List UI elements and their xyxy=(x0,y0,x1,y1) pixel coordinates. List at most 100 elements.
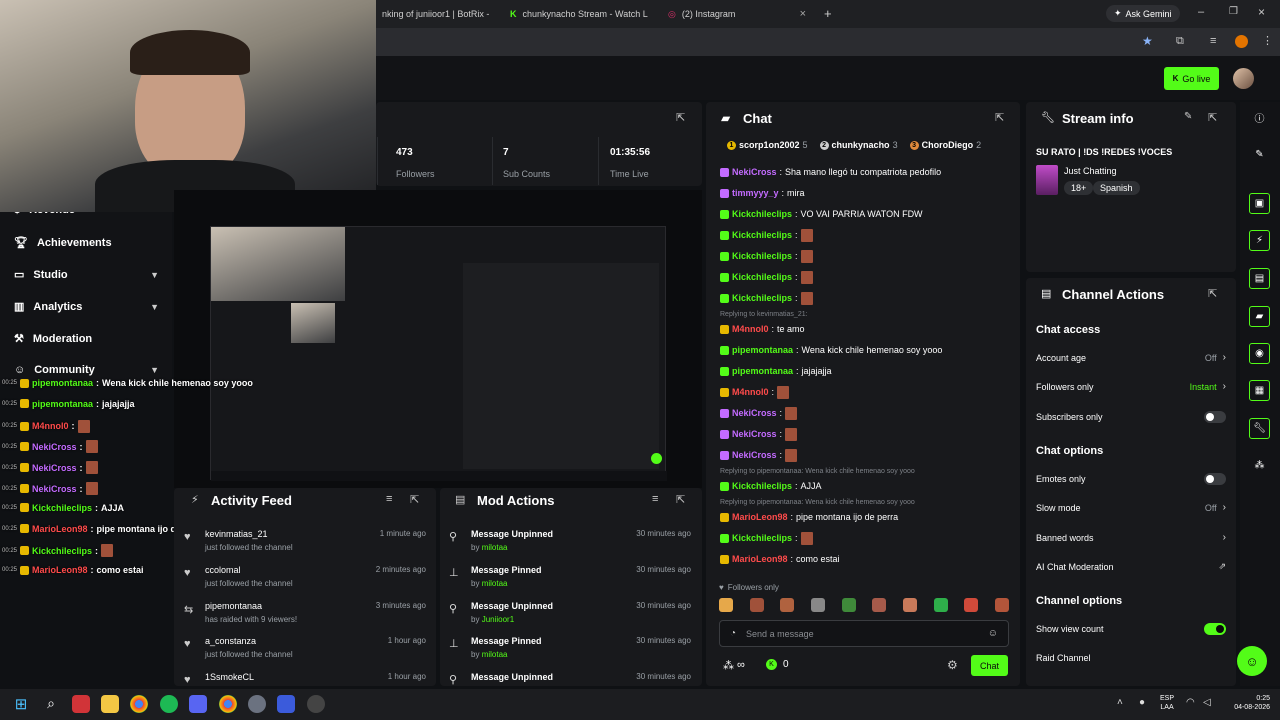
profile-icon[interactable] xyxy=(1235,35,1248,48)
sidebar-item-analytics[interactable]: ▥ Analytics ▼ xyxy=(14,300,159,314)
popout-icon[interactable]: ⇱ xyxy=(676,111,685,124)
popout-icon[interactable]: ⇱ xyxy=(995,111,1004,124)
banned-words-setting[interactable]: Banned words › xyxy=(1036,532,1226,543)
show-view-count-toggle[interactable] xyxy=(1204,623,1226,635)
popout-icon[interactable]: ⇱ xyxy=(1208,287,1217,300)
top-gifter[interactable]: 2 chunkynacho 3 xyxy=(819,140,898,150)
users-icon[interactable]: ⁂ xyxy=(1249,455,1270,476)
ask-gemini-button[interactable]: ✦ Ask Gemini xyxy=(1106,5,1180,22)
raid-channel-setting[interactable]: Raid Channel xyxy=(1036,653,1226,663)
stats-icon[interactable]: ▣ xyxy=(1249,193,1270,214)
close-icon[interactable]: × xyxy=(800,8,806,20)
colon-separator: : xyxy=(796,345,799,355)
emote-icon[interactable] xyxy=(841,598,856,612)
overlay-chat-line: 00:25 MarioLeon98: como estai xyxy=(2,565,144,575)
top-gifter[interactable]: 1 scorp1on2002 5 xyxy=(727,140,808,150)
account-age-setting[interactable]: Account age Off › xyxy=(1036,352,1226,363)
settings-icon[interactable]: ⚙ xyxy=(947,658,958,672)
browser-menu-icon[interactable]: ⋮ xyxy=(1262,34,1273,47)
chat-input[interactable]: ◔ Send a message ☺ xyxy=(719,620,1009,647)
emote-icon[interactable] xyxy=(933,598,948,612)
discord-icon[interactable] xyxy=(189,695,207,713)
channel-actions-icon[interactable]: ▦ xyxy=(1249,380,1270,401)
bolt-icon[interactable]: ⚡︎ xyxy=(1249,230,1270,251)
filter-icon[interactable]: ≡ xyxy=(652,493,658,505)
popout-icon[interactable]: ⇱ xyxy=(1208,111,1217,124)
chevron-up-icon[interactable]: ˄ xyxy=(1117,697,1123,708)
emote-icon[interactable] xyxy=(719,598,733,612)
mic-icon[interactable]: ● xyxy=(1139,697,1145,708)
browser-tab-botrix[interactable]: nking of juniioor1 | BotRix - × xyxy=(376,4,496,24)
browser-tab-kick[interactable]: K chunkynacho Stream - Watch L × xyxy=(504,4,654,24)
app-icon[interactable] xyxy=(277,695,295,713)
maximize-button[interactable]: ❐ xyxy=(1229,6,1238,17)
colon-separator: : xyxy=(795,251,798,261)
sidebar-item-moderation[interactable]: ⚒ Moderation xyxy=(14,332,159,346)
sidebar-item-community[interactable]: ☺ Community ▼ xyxy=(14,364,159,376)
window-close-button[interactable]: × xyxy=(1258,5,1265,19)
badge-icon xyxy=(720,512,729,522)
subscribers-only-toggle[interactable] xyxy=(1204,411,1226,423)
folder-icon[interactable] xyxy=(101,695,119,713)
emote-icon[interactable] xyxy=(810,598,825,612)
emoji-icon[interactable]: ☺ xyxy=(988,628,998,639)
emote-icon[interactable] xyxy=(749,598,764,612)
emotes-only-toggle[interactable] xyxy=(1204,473,1226,485)
volume-icon[interactable]: ◁ xyxy=(1203,697,1211,708)
chrome-icon[interactable] xyxy=(130,695,148,713)
followers-only-setting[interactable]: Followers only Instant › xyxy=(1036,381,1226,392)
app-icon[interactable] xyxy=(72,695,90,713)
wifi-icon[interactable]: ◠ xyxy=(1186,697,1195,708)
pen-icon[interactable]: ✎ xyxy=(1249,144,1270,165)
send-chat-button[interactable]: Chat xyxy=(971,655,1008,676)
emote-icon[interactable] xyxy=(780,598,795,612)
chat-users-indicator[interactable]: ⁂ ∞ xyxy=(723,659,745,672)
avatar[interactable] xyxy=(1233,68,1254,89)
support-chat-button[interactable]: ☺ xyxy=(1237,646,1267,676)
spotify-icon[interactable] xyxy=(160,695,178,713)
emote-icon[interactable] xyxy=(994,598,1009,612)
search-icon[interactable]: ⌕ xyxy=(42,695,60,713)
obs-icon[interactable] xyxy=(307,695,325,713)
clipboard-icon[interactable]: ▤ xyxy=(1249,268,1270,289)
browser-tab-instagram[interactable]: ◎ (2) Instagram × xyxy=(662,4,812,24)
sidebar-item-achievements[interactable]: 🏆︎ Achievements xyxy=(14,236,159,250)
sidebar-item-studio[interactable]: ▭ Studio ▼ xyxy=(14,268,159,282)
infinity-value: ∞ xyxy=(737,659,745,671)
new-tab-button[interactable]: + xyxy=(824,6,832,21)
minimize-button[interactable]: – xyxy=(1198,6,1204,18)
wrench-icon[interactable]: 🔧︎ xyxy=(1249,418,1270,439)
popout-icon[interactable]: ⇱ xyxy=(410,493,419,506)
emote-icon[interactable] xyxy=(964,598,979,612)
slow-mode-setting[interactable]: Slow mode Off › xyxy=(1036,502,1226,513)
top-gifter[interactable]: 3 ChoroDiego 2 xyxy=(909,140,981,150)
extensions-icon[interactable]: ⧉ xyxy=(1176,35,1184,48)
chat-icon[interactable]: ▰ xyxy=(1249,306,1270,327)
settings-app-icon[interactable] xyxy=(248,695,266,713)
setting-label: Banned words xyxy=(1036,532,1094,543)
chrome-active-icon[interactable] xyxy=(219,695,237,713)
close-icon[interactable]: × xyxy=(495,8,496,20)
edit-icon[interactable]: ✎ xyxy=(1184,111,1192,122)
activity-username: 1SsmokeCL xyxy=(205,672,255,683)
bookmark-star-icon[interactable]: ★ xyxy=(1142,34,1153,48)
badge-icon xyxy=(720,167,729,177)
emote-icon[interactable] xyxy=(872,598,887,612)
badge-icon xyxy=(20,524,30,534)
popout-icon[interactable]: ⇱ xyxy=(676,493,685,506)
windows-start-icon[interactable]: ⊞ xyxy=(12,695,30,713)
emote-icon xyxy=(785,406,798,420)
go-live-button[interactable]: K Go live xyxy=(1164,67,1219,90)
kick-points[interactable]: K 0 xyxy=(766,659,789,670)
tab-search-icon[interactable]: ≡ xyxy=(1210,35,1216,47)
language-indicator[interactable]: ESP LAA xyxy=(1160,694,1174,712)
broadcast-icon[interactable]: ◉ xyxy=(1249,343,1270,364)
filter-icon[interactable]: ≡ xyxy=(386,493,392,505)
ai-moderation-setting[interactable]: AI Chat Moderation ⇗ xyxy=(1036,561,1226,572)
stream-preview-video[interactable] xyxy=(210,226,667,481)
info-icon[interactable]: ⓘ xyxy=(1249,107,1270,128)
stat-subs: 7 Sub Counts xyxy=(503,147,550,179)
clock[interactable]: 0:25 04-08-2026 xyxy=(1224,694,1270,712)
emote-icon[interactable] xyxy=(902,598,917,612)
chat-message: MarioLeon98: como estai xyxy=(720,551,1010,567)
